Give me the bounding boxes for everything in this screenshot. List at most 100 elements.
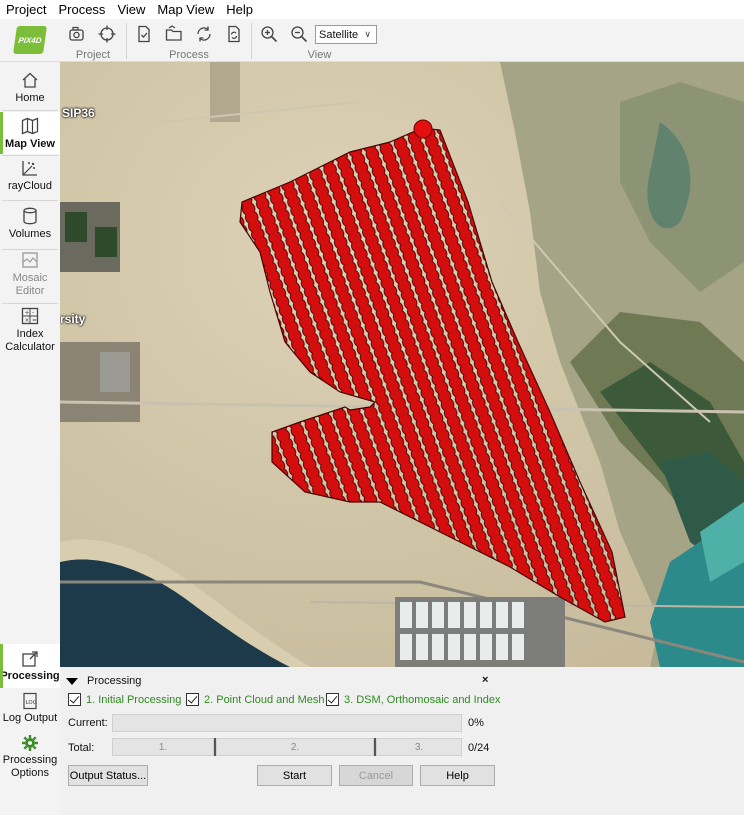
map-view[interactable]: SIP36 rsity (60, 62, 744, 667)
total-progress-value: 0/24 (468, 742, 490, 754)
log-icon: LOG (23, 692, 37, 710)
camera-stack-icon (69, 26, 84, 41)
toolbar-group-label-project: Project (75, 49, 111, 61)
step-dsm-ortho-checkbox[interactable]: 3. DSM, Orthomosaic and Index (326, 693, 501, 706)
gear-icon (22, 735, 38, 751)
step-label: 1. Initial Processing (86, 693, 182, 706)
toolbar-reprocess-button[interactable] (193, 23, 215, 45)
toolbar-group-label-process: Process (169, 49, 209, 61)
checkbox-checked[interactable] (68, 693, 81, 706)
step-point-cloud-checkbox[interactable]: 2. Point Cloud and Mesh (186, 693, 324, 706)
cancel-button[interactable]: Cancel (339, 765, 413, 786)
sidebar-item-processing-options[interactable]: Processing Options (0, 734, 60, 790)
current-label: Current: (68, 717, 108, 729)
total-segment-1: 1. (112, 738, 214, 756)
collapse-triangle-icon[interactable] (66, 677, 78, 685)
checkbox-checked[interactable] (186, 693, 199, 706)
zoom-in-button[interactable] (258, 23, 280, 45)
sidebar-divider (2, 303, 58, 304)
sidebar-divider (2, 155, 58, 156)
svg-text:=: = (32, 317, 37, 324)
index-calculator-icon: + -× = (21, 307, 39, 325)
sidebar-item-index-calculator[interactable]: + - × = Index Calculator (0, 306, 60, 358)
document-refresh-icon (228, 25, 240, 43)
sidebar-item-processing[interactable]: Processing (0, 644, 60, 688)
zoom-out-button[interactable] (288, 23, 310, 45)
svg-text:LOG: LOG (26, 700, 37, 706)
sidebar-item-log-output[interactable]: LOG Log Output (0, 692, 60, 732)
refresh-icon (197, 26, 211, 42)
menu-help[interactable]: Help (220, 2, 259, 17)
sidebar-divider (2, 200, 58, 201)
sidebar-item-label: Mosaic Editor (12, 272, 48, 297)
app-logo: PIX4D (0, 19, 60, 62)
sidebar-item-raycloud[interactable]: rayCloud (0, 158, 60, 198)
zoom-in-icon (261, 26, 278, 43)
sidebar-divider (2, 110, 58, 111)
menu-bar: Project Process View Map View Help (0, 0, 744, 19)
sidebar-item-mosaic-editor[interactable]: Mosaic Editor (0, 250, 60, 302)
volumes-icon (23, 207, 37, 225)
menu-map-view[interactable]: Map View (151, 2, 220, 17)
menu-view[interactable]: View (111, 2, 151, 17)
checkbox-checked[interactable] (326, 693, 339, 706)
toolbar-open-results-button[interactable] (163, 23, 185, 45)
toolbar-group-project: Project (60, 19, 126, 62)
step-initial-processing-checkbox[interactable]: 1. Initial Processing (68, 693, 181, 706)
start-button[interactable]: Start (257, 765, 332, 786)
sidebar-item-label: Processing (0, 670, 60, 682)
sidebar-item-label: Home (15, 92, 45, 104)
document-check-icon (138, 25, 150, 43)
total-segment-2: 2. (216, 738, 374, 756)
sidebar-item-volumes[interactable]: Volumes (0, 206, 60, 248)
menu-project[interactable]: Project (0, 2, 52, 17)
sidebar-item-label: rayCloud (7, 180, 53, 192)
toolbar-process-step-button[interactable] (223, 23, 245, 45)
close-icon[interactable]: × (482, 674, 488, 686)
current-progress-bar (112, 714, 462, 732)
satellite-map[interactable] (60, 62, 744, 667)
menu-process[interactable]: Process (52, 2, 111, 17)
sidebar-item-label: Map View (5, 138, 55, 150)
zoom-out-icon (291, 26, 308, 43)
help-button[interactable]: Help (420, 765, 495, 786)
pix4d-logo-icon: PIX4D (13, 26, 47, 54)
processing-sidebar: Processing LOG Log Output Processing Opt… (0, 642, 60, 815)
folder-open-icon (165, 25, 182, 41)
processing-panel-title: Processing (87, 675, 142, 687)
current-progress-value: 0% (468, 717, 484, 729)
sidebar-item-home[interactable]: Home (0, 70, 60, 110)
output-status-button[interactable]: Output Status... (68, 765, 148, 786)
sidebar-item-map-view[interactable]: Map View (0, 112, 60, 154)
total-label: Total: (68, 742, 95, 754)
basemap-select-value: Satellite (319, 28, 359, 41)
toolbar-group-label-view: View (307, 49, 332, 61)
left-sidebar: Home Map View rayCloud Volumes Mosaic Ed… (0, 62, 60, 642)
map-icon (21, 117, 39, 135)
total-segment-3: 3. (376, 738, 462, 756)
basemap-select[interactable]: Satellite ∨ (315, 25, 377, 44)
toolbar-group-view: Satellite ∨ View (252, 19, 387, 62)
chevron-down-icon: ∨ (364, 29, 371, 39)
svg-text:×: × (25, 317, 30, 324)
sidebar-item-label: Log Output (2, 712, 58, 724)
step-label: 3. DSM, Orthomosaic and Index (344, 693, 501, 706)
processing-icon (22, 651, 38, 667)
crosshair-icon (98, 25, 116, 43)
svg-text:-: - (32, 310, 34, 317)
sidebar-item-label: Processing Options (2, 754, 58, 779)
toolbar-group-process: Process (127, 19, 251, 62)
raycloud-icon (22, 161, 37, 176)
toolbar-check-button[interactable] (133, 23, 155, 45)
toolbar: Project Process Satellite ∨ View (60, 19, 744, 62)
toolbar-gcp-button[interactable] (96, 23, 118, 45)
sidebar-item-label: Index Calculator (5, 328, 55, 353)
mosaic-editor-icon (22, 252, 38, 268)
toolbar-images-button[interactable] (66, 23, 88, 45)
flight-start-marker[interactable] (413, 119, 433, 139)
svg-text:+: + (25, 310, 30, 317)
map-place-label: rsity (60, 312, 86, 326)
step-label: 2. Point Cloud and Mesh (204, 693, 325, 706)
map-place-label: SIP36 (62, 106, 95, 120)
processing-panel-header[interactable]: Processing (66, 675, 141, 687)
